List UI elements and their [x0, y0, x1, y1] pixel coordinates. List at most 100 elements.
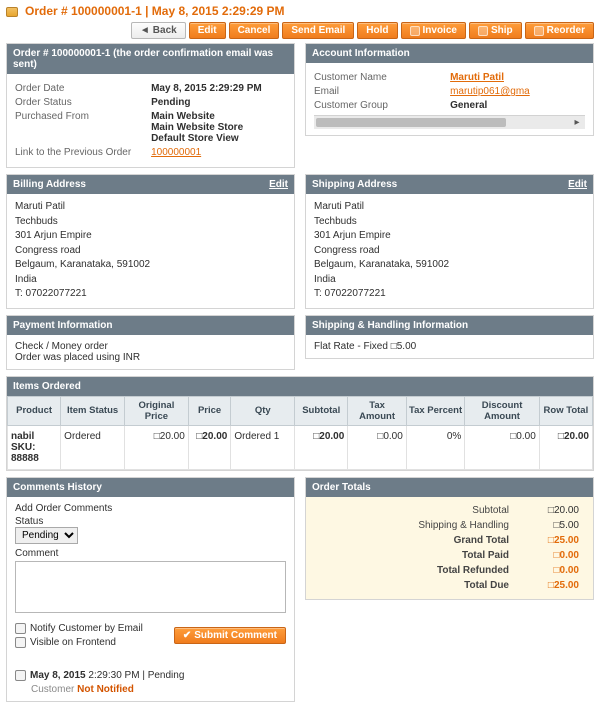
comment-status-label: Status: [15, 516, 286, 527]
paid-label: Total Paid: [462, 550, 509, 561]
shipping-head: Shipping Address: [312, 179, 397, 190]
ship-icon: [478, 26, 488, 36]
cancel-button[interactable]: Cancel: [229, 22, 280, 39]
shipping-method-head: Shipping & Handling Information: [312, 320, 468, 331]
shipping-line: Techbuds: [314, 215, 585, 230]
col-orig-price[interactable]: Original Price: [124, 396, 188, 425]
shipping-line: Belgaum, Karanataka, 591002: [314, 258, 585, 273]
account-scrollbar[interactable]: ▸: [314, 115, 585, 129]
shipping-line: 301 Arjun Empire: [314, 229, 585, 244]
history-date: May 8, 2015: [30, 670, 86, 681]
col-qty[interactable]: Qty: [231, 396, 295, 425]
scroll-right-icon[interactable]: ▸: [571, 116, 583, 129]
account-info-head: Account Information: [312, 48, 410, 59]
cell-price: □20.00: [188, 425, 231, 469]
billing-line: 301 Arjun Empire: [15, 229, 286, 244]
history-item-checkbox[interactable]: [15, 670, 26, 681]
customer-email-link[interactable]: marutip061@gma: [450, 86, 530, 97]
billing-line: India: [15, 273, 286, 288]
paid-value: □0.00: [519, 550, 579, 561]
submit-comment-button[interactable]: ✔Submit Comment: [174, 627, 286, 644]
visible-front-label: Visible on Frontend: [30, 637, 116, 648]
col-tax-amount[interactable]: Tax Amount: [348, 396, 407, 425]
history-status: Pending: [148, 670, 185, 681]
prev-order-link[interactable]: 100000001: [151, 147, 201, 158]
add-comments-label: Add Order Comments: [15, 503, 286, 514]
billing-line: Congress road: [15, 244, 286, 259]
shipping-method-value: Flat Rate - Fixed □5.00: [314, 341, 585, 352]
table-row: nabil SKU: 88888 Ordered □20.00 □20.00 O…: [8, 425, 593, 469]
col-subtotal[interactable]: Subtotal: [295, 396, 348, 425]
page-title: Order # 100000001-1 | May 8, 2015 2:29:2…: [25, 4, 285, 18]
comment-label: Comment: [15, 548, 286, 559]
customer-email-label: Email: [314, 86, 444, 97]
billing-head: Billing Address: [13, 179, 86, 190]
cell-product: nabil SKU: 88888: [8, 425, 61, 469]
items-head: Items Ordered: [13, 381, 81, 392]
subtotal-value: □20.00: [519, 505, 579, 516]
prev-order-label: Link to the Previous Order: [15, 147, 145, 158]
shipping-line: T: 07022077221: [314, 287, 585, 302]
ship-button[interactable]: Ship: [469, 22, 522, 39]
order-status-label: Order Status: [15, 97, 145, 108]
history-flag: Not Notified: [77, 684, 134, 695]
col-row-total[interactable]: Row Total: [539, 396, 592, 425]
send-email-button[interactable]: Send Email: [282, 22, 354, 39]
payment-info-panel: Payment Information Check / Money order …: [6, 315, 295, 370]
visible-front-checkbox[interactable]: [15, 637, 26, 648]
notify-email-label: Notify Customer by Email: [30, 623, 143, 634]
order-totals-panel: Order Totals Subtotal□20.00 Shipping & H…: [305, 477, 594, 600]
hold-button[interactable]: Hold: [357, 22, 397, 39]
order-date-value: May 8, 2015 2:29:29 PM: [151, 83, 286, 94]
items-ordered-panel: Items Ordered Product Item Status Origin…: [6, 376, 594, 471]
cell-status: Ordered: [61, 425, 125, 469]
edit-button[interactable]: Edit: [189, 22, 226, 39]
billing-address-panel: Billing AddressEdit Maruti Patil Techbud…: [6, 174, 295, 309]
due-label: Total Due: [464, 580, 509, 591]
back-arrow-icon: ◄: [140, 25, 150, 36]
billing-line: Maruti Patil: [15, 200, 286, 215]
comment-textarea[interactable]: [15, 561, 286, 613]
comments-panel: Comments History Add Order Comments Stat…: [6, 477, 295, 702]
comments-head: Comments History: [13, 482, 102, 493]
billing-line: T: 07022077221: [15, 287, 286, 302]
payment-method: Check / Money order: [15, 341, 286, 352]
folder-icon: [6, 7, 18, 17]
notify-email-checkbox[interactable]: [15, 623, 26, 634]
cell-disc: □0.00: [465, 425, 539, 469]
col-discount[interactable]: Discount Amount: [465, 396, 539, 425]
reorder-icon: [534, 26, 544, 36]
comment-status-select[interactable]: Pending: [15, 527, 78, 544]
subtotal-label: Subtotal: [472, 505, 509, 516]
col-price[interactable]: Price: [188, 396, 231, 425]
history-time: 2:29:30 PM: [88, 670, 139, 681]
shipping-edit-link[interactable]: Edit: [568, 179, 587, 190]
order-info-panel: Order # 100000001-1 (the order confirmat…: [6, 43, 295, 168]
grand-value: □25.00: [519, 535, 579, 546]
history-customer: Customer: [31, 684, 74, 695]
col-item-status[interactable]: Item Status: [61, 396, 125, 425]
cell-tax-amt: □0.00: [348, 425, 407, 469]
col-tax-percent[interactable]: Tax Percent: [406, 396, 465, 425]
shipping-address-panel: Shipping AddressEdit Maruti Patil Techbu…: [305, 174, 594, 309]
billing-edit-link[interactable]: Edit: [269, 179, 288, 190]
shipping-method-panel: Shipping & Handling Information Flat Rat…: [305, 315, 594, 359]
check-icon: ✔: [183, 630, 191, 641]
purchased-from-value: Main Website Main Website Store Default …: [151, 111, 286, 144]
items-table: Product Item Status Original Price Price…: [7, 396, 593, 470]
cell-tax-pct: 0%: [406, 425, 465, 469]
payment-head: Payment Information: [13, 320, 112, 331]
cell-subtotal: □20.00: [295, 425, 348, 469]
customer-name-link[interactable]: Maruti Patil: [450, 72, 504, 83]
invoice-icon: [410, 26, 420, 36]
cell-qty: Ordered 1: [231, 425, 295, 469]
refund-label: Total Refunded: [437, 565, 509, 576]
order-status-value: Pending: [151, 97, 286, 108]
ship-value: □5.00: [519, 520, 579, 531]
refund-value: □0.00: [519, 565, 579, 576]
invoice-button[interactable]: Invoice: [401, 22, 466, 39]
reorder-button[interactable]: Reorder: [525, 22, 594, 39]
ship-label: Shipping & Handling: [418, 520, 509, 531]
back-button[interactable]: ◄Back: [131, 22, 186, 39]
col-product[interactable]: Product: [8, 396, 61, 425]
